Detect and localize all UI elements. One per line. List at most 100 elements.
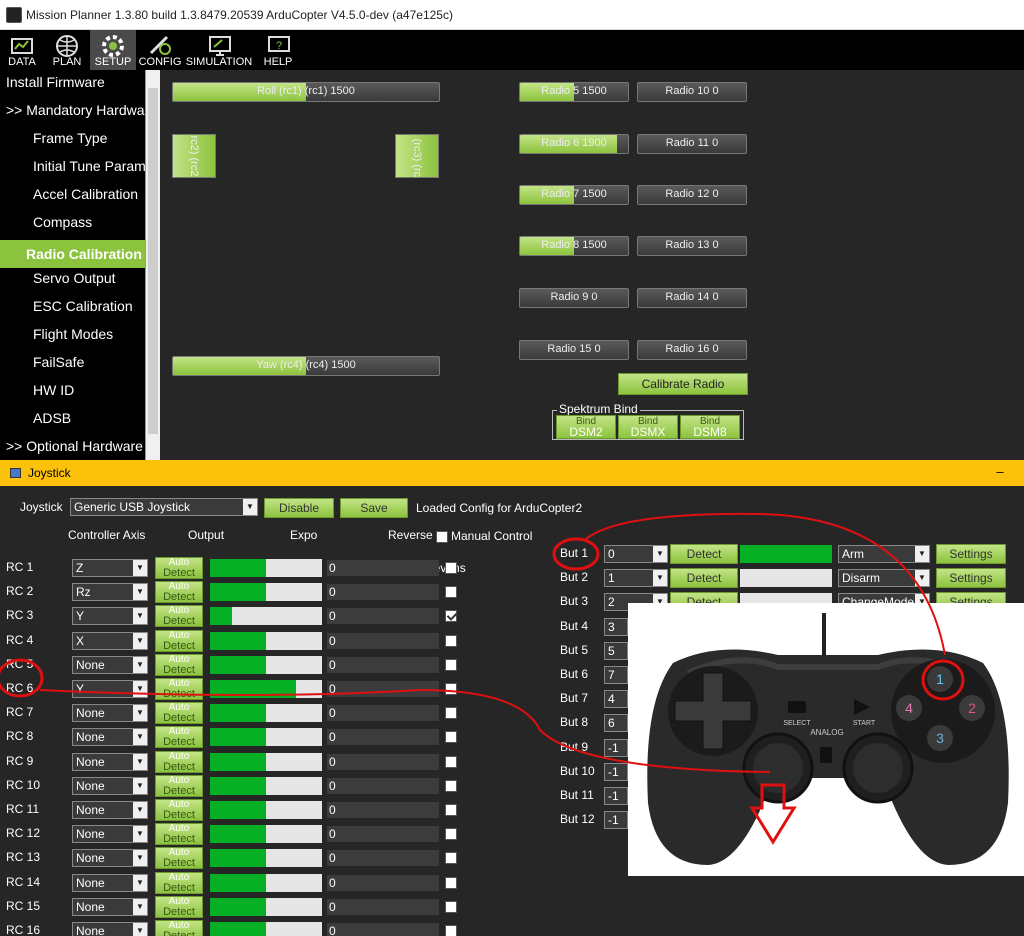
bind-dsm2-button[interactable]: Bind DSM2 — [556, 415, 616, 439]
rc11-reverse-checkbox[interactable] — [445, 804, 457, 816]
button1-detect-button[interactable]: Detect — [670, 544, 738, 564]
rc10-auto-detect-button[interactable]: Auto Detect — [155, 774, 203, 797]
rc7-axis-select[interactable]: None ▼ — [72, 704, 148, 723]
toolbar-simulation-button[interactable]: SIMULATION — [184, 30, 254, 70]
rc13-reverse-checkbox[interactable] — [445, 852, 457, 865]
rc13-auto-detect-button[interactable]: Auto Detect — [155, 847, 203, 870]
rc15-reverse-checkbox[interactable] — [445, 900, 457, 913]
rc15-axis-select[interactable]: None ▼ — [72, 897, 148, 916]
sidebar-item-4[interactable]: Initial Tune Parameters — [0, 154, 145, 182]
rc3-axis-select[interactable]: Y ▼ — [72, 607, 148, 626]
sidebar-item-6[interactable]: Compass — [0, 210, 145, 238]
save-button[interactable]: Save — [340, 498, 408, 518]
rc4-auto-detect-button[interactable]: Auto Detect — [155, 629, 203, 652]
rc13-axis-select[interactable]: None ▼ — [72, 849, 148, 868]
button12-index-select[interactable]: -1 — [604, 811, 628, 830]
rc2-auto-detect-button[interactable]: Auto Detect — [155, 581, 203, 604]
rc6-reverse-checkbox[interactable] — [445, 683, 457, 695]
rc8-auto-detect-button[interactable]: Auto Detect — [155, 726, 203, 749]
toolbar-config-button[interactable]: CONFIG — [136, 30, 184, 70]
rc1-expo-field[interactable]: 0 — [327, 560, 439, 576]
rc14-expo-field[interactable]: 0 — [327, 874, 439, 891]
calibrate-radio-button[interactable]: Calibrate Radio — [618, 373, 748, 395]
rc2-reverse-checkbox[interactable] — [445, 586, 457, 599]
rc7-auto-detect-button[interactable]: Auto Detect — [155, 702, 203, 725]
button7-index-select[interactable]: 4 — [604, 690, 628, 709]
rc11-axis-select[interactable]: None ▼ — [72, 801, 148, 819]
rc16-axis-select[interactable]: None ▼ — [72, 922, 148, 936]
bind-dsmx-button[interactable]: Bind DSMX — [618, 415, 678, 439]
sidebar-item-9[interactable]: ESC Calibration — [0, 294, 145, 322]
rc1-reverse-checkbox[interactable] — [445, 562, 457, 574]
button2-index-select[interactable]: 1 ▼ — [604, 569, 668, 588]
rc10-axis-select[interactable]: None ▼ — [72, 776, 148, 795]
rc8-reverse-checkbox[interactable] — [445, 731, 457, 744]
rc12-axis-select[interactable]: None ▼ — [72, 825, 148, 844]
button9-index-select[interactable]: -1 — [604, 738, 628, 757]
rc8-expo-field[interactable]: 0 — [327, 729, 439, 746]
rc8-axis-select[interactable]: None ▼ — [72, 728, 148, 747]
rc5-reverse-checkbox[interactable] — [445, 658, 457, 671]
button11-index-select[interactable]: -1 — [604, 787, 628, 805]
rc13-expo-field[interactable]: 0 — [327, 850, 439, 867]
rc10-reverse-checkbox[interactable] — [445, 779, 457, 792]
sidebar-scrollbar[interactable] — [145, 70, 160, 460]
button5-index-select[interactable]: 5 — [604, 641, 628, 660]
button2-settings-button[interactable]: Settings — [936, 568, 1006, 589]
rc10-expo-field[interactable]: 0 — [327, 777, 439, 794]
rc16-reverse-checkbox[interactable] — [445, 925, 457, 936]
rc3-reverse-checkbox[interactable] — [445, 610, 457, 623]
rc9-axis-select[interactable]: None ▼ — [72, 752, 148, 771]
toolbar-help-button[interactable]: ? HELP — [254, 30, 302, 70]
sidebar-item-12[interactable]: HW ID — [0, 378, 145, 406]
rc6-auto-detect-button[interactable]: Auto Detect — [155, 678, 203, 700]
minimize-button[interactable]: – — [990, 464, 1010, 479]
joystick-device-select[interactable]: Generic USB Joystick ▼ — [70, 498, 258, 516]
rc4-reverse-checkbox[interactable] — [445, 634, 457, 647]
sidebar-item-14[interactable]: >> Optional Hardware — [0, 434, 145, 460]
rc1-auto-detect-button[interactable]: Auto Detect — [155, 557, 203, 579]
sidebar-item-1[interactable]: Install Firmware — [0, 70, 145, 98]
bind-dsm8-button[interactable]: Bind DSM8 — [680, 415, 740, 439]
rc12-reverse-checkbox[interactable] — [445, 828, 457, 841]
rc5-expo-field[interactable]: 0 — [327, 656, 439, 673]
rc1-axis-select[interactable]: Z ▼ — [72, 559, 148, 577]
button4-index-select[interactable]: 3 — [604, 617, 628, 636]
rc5-axis-select[interactable]: None ▼ — [72, 655, 148, 674]
rc12-auto-detect-button[interactable]: Auto Detect — [155, 823, 203, 846]
rc6-expo-field[interactable]: 0 — [327, 681, 439, 697]
rc4-axis-select[interactable]: X ▼ — [72, 631, 148, 650]
manual-control-checkbox[interactable] — [436, 531, 448, 543]
sidebar-item-2[interactable]: >> Mandatory Hardware — [0, 98, 145, 126]
button2-detect-button[interactable]: Detect — [670, 568, 738, 589]
disable-button[interactable]: Disable — [264, 498, 334, 518]
button6-index-select[interactable]: 7 — [604, 666, 628, 684]
sidebar-item-7[interactable]: Radio Calibration — [0, 240, 145, 268]
rc7-expo-field[interactable]: 0 — [327, 705, 439, 722]
button10-index-select[interactable]: -1 — [604, 762, 628, 781]
rc9-expo-field[interactable]: 0 — [327, 753, 439, 770]
rc9-reverse-checkbox[interactable] — [445, 755, 457, 768]
sidebar-item-13[interactable]: ADSB — [0, 406, 145, 434]
rc14-reverse-checkbox[interactable] — [445, 876, 457, 889]
button1-settings-button[interactable]: Settings — [936, 544, 1006, 564]
toolbar-setup-button[interactable]: SETUP — [90, 30, 136, 70]
rc16-auto-detect-button[interactable]: Auto Detect — [155, 920, 203, 936]
rc2-expo-field[interactable]: 0 — [327, 584, 439, 601]
rc6-axis-select[interactable]: Y ▼ — [72, 680, 148, 698]
button8-index-select[interactable]: 6 — [604, 714, 628, 733]
rc9-auto-detect-button[interactable]: Auto Detect — [155, 750, 203, 773]
sidebar-item-3[interactable]: Frame Type — [0, 126, 145, 154]
sidebar-scroll-thumb[interactable] — [148, 88, 158, 434]
sidebar-item-11[interactable]: FailSafe — [0, 350, 145, 378]
rc2-axis-select[interactable]: Rz ▼ — [72, 583, 148, 602]
rc5-auto-detect-button[interactable]: Auto Detect — [155, 653, 203, 676]
button2-action-select[interactable]: Disarm ▼ — [838, 569, 930, 588]
rc14-auto-detect-button[interactable]: Auto Detect — [155, 871, 203, 894]
button1-index-select[interactable]: 0 ▼ — [604, 545, 668, 563]
rc7-reverse-checkbox[interactable] — [445, 707, 457, 720]
rc12-expo-field[interactable]: 0 — [327, 826, 439, 843]
sidebar-item-10[interactable]: Flight Modes — [0, 322, 145, 350]
rc16-expo-field[interactable]: 0 — [327, 923, 439, 936]
rc14-axis-select[interactable]: None ▼ — [72, 873, 148, 892]
